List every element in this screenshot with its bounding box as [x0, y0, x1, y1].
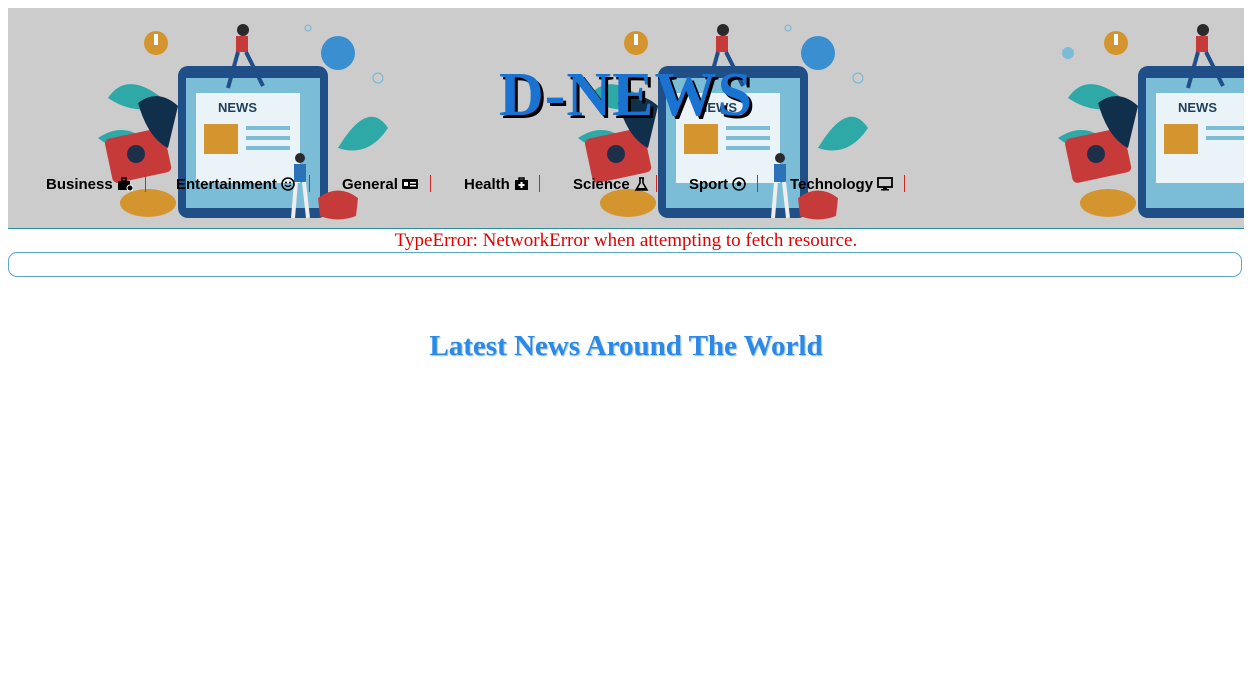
id-card-icon — [401, 179, 418, 189]
nav-item-business[interactable]: Business — [46, 174, 133, 194]
nav-item-label: General — [342, 175, 398, 193]
nav-item-label: Sport — [689, 175, 729, 193]
nav-item-label: Business — [46, 175, 113, 193]
smile-icon — [281, 177, 295, 191]
nav-separator — [757, 175, 758, 192]
nav-item-label: Entertainment — [176, 175, 277, 193]
medkit-icon — [514, 177, 528, 190]
nav-separator — [539, 175, 540, 192]
nav-item-entertainment[interactable]: Entertainment — [176, 174, 297, 194]
flask-icon — [634, 177, 649, 191]
search-input[interactable] — [8, 252, 1242, 277]
nav-item-label: Science — [573, 175, 630, 193]
nav-item-general[interactable]: General — [342, 174, 418, 194]
nav-item-health[interactable]: Health — [464, 174, 530, 194]
nav-item-label: Health — [464, 175, 510, 193]
monitor-icon — [877, 177, 893, 191]
nav-separator — [309, 175, 310, 192]
header-banner: NEWS NEWS NEWS D-NEWS Business Entertain… — [8, 8, 1244, 229]
nav-item-technology[interactable]: Technology — [790, 174, 893, 194]
nav-item-sport[interactable]: Sport — [689, 174, 748, 194]
nav-item-science[interactable]: Science — [573, 174, 650, 194]
nav-separator — [145, 175, 146, 192]
page-headline: Latest News Around The World — [429, 330, 823, 362]
nav-separator — [656, 175, 657, 192]
nav-separator — [904, 175, 905, 192]
soccer-ball-icon — [732, 177, 746, 191]
category-nav: Business Entertainment General Health Sc… — [8, 174, 1244, 194]
error-message: TypeError: NetworkError when attempting … — [394, 230, 858, 251]
site-logo-title[interactable]: D-NEWS — [8, 60, 1244, 131]
nav-item-label: Technology — [790, 175, 874, 193]
briefcase-icon — [117, 177, 133, 191]
nav-separator — [430, 175, 431, 192]
